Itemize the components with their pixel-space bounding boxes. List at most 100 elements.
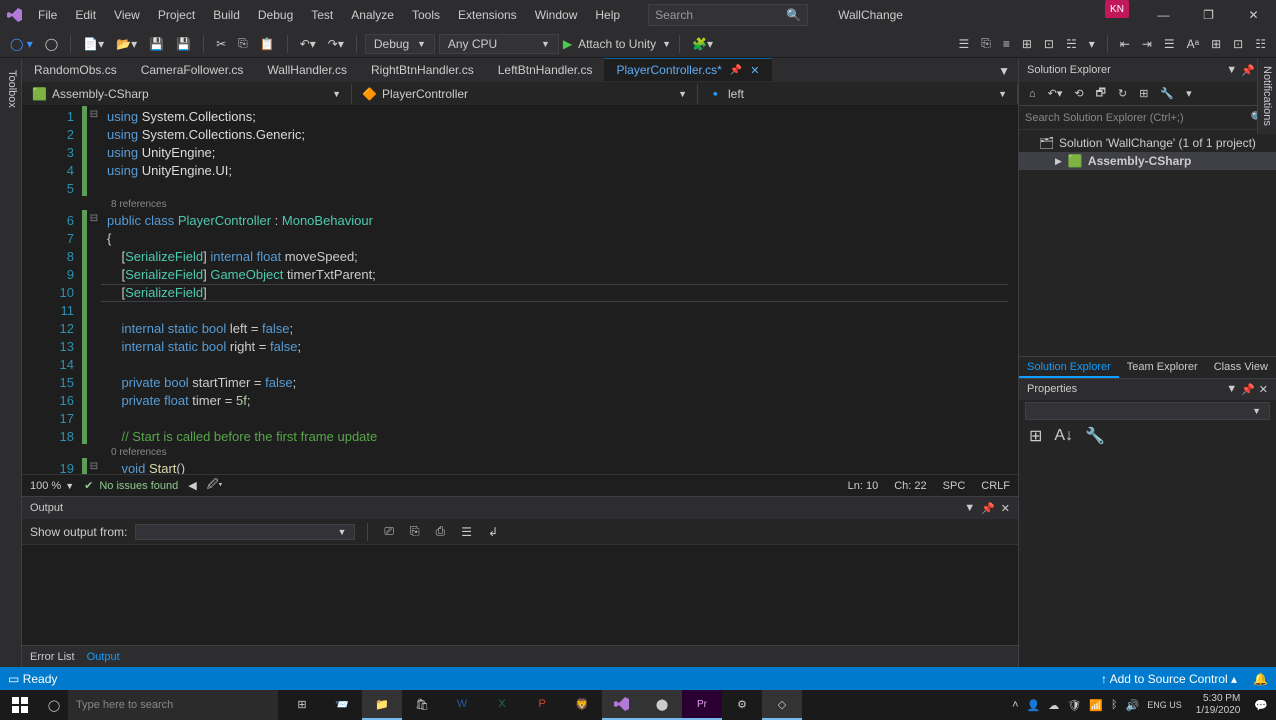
menu-tools[interactable]: Tools [404,2,448,28]
tray-bt-icon[interactable]: ᛒ [1111,699,1118,711]
output-tb1-icon[interactable]: ⎚ [380,522,398,541]
nav-next-icon[interactable]: 🖉▾ [207,476,223,495]
props-az-icon[interactable]: A↓ [1050,425,1077,447]
tab-playercontroller[interactable]: PlayerController.cs* 📌 ✕ [604,58,771,82]
tb-r11-icon[interactable]: Aᵃ [1183,35,1203,53]
se-home-icon[interactable]: ⌂ [1025,86,1040,102]
menu-file[interactable]: File [30,2,65,28]
tray-onedrive-icon[interactable]: ☁ [1048,699,1059,712]
tray-lang[interactable]: ENG US [1147,700,1182,710]
menu-debug[interactable]: Debug [250,2,301,28]
start-debug-button[interactable]: ▶Attach to Unity ▼ [563,37,671,51]
toolbar-misc-icon[interactable]: 🧩▾ [688,35,717,53]
menu-window[interactable]: Window [527,2,586,28]
tab-output[interactable]: Output [87,651,120,663]
open-icon[interactable]: 📂▾ [112,35,141,53]
line-ending[interactable]: CRLF [981,480,1010,492]
new-project-icon[interactable]: 📄▾ [79,35,108,53]
app-explorer-icon[interactable]: 📁 [362,690,402,720]
se-tree[interactable]: 🗂 Solution 'WallChange' (1 of 1 project)… [1019,130,1276,356]
tb-r8-icon[interactable]: ⇤ [1116,35,1134,53]
tab-overflow-icon[interactable]: ▼ [990,60,1018,82]
indent-mode[interactable]: SPC [943,480,966,492]
save-icon[interactable]: 💾 [145,35,168,53]
props-close-icon[interactable]: ✕ [1259,383,1268,396]
se-tab-team[interactable]: Team Explorer [1119,357,1206,378]
se-tb6-icon[interactable]: ⊞ [1135,85,1152,102]
tb-r4-icon[interactable]: ⊞ [1018,35,1036,53]
props-menu-icon[interactable]: ▼ [1226,383,1237,396]
props-object-dropdown[interactable]: ▼ [1025,402,1270,420]
taskview-icon[interactable]: ⊞ [282,690,322,720]
close-button[interactable]: ✕ [1231,0,1276,30]
app-ppt-icon[interactable]: P [522,690,562,720]
output-body[interactable] [22,545,1018,645]
output-tb4-icon[interactable]: ☰ [457,523,476,541]
nav-back-icon[interactable]: ◯ ▾ [6,35,37,53]
nav-prev-icon[interactable]: ◀ [188,479,196,492]
app-word-icon[interactable]: W [442,690,482,720]
menu-analyze[interactable]: Analyze [343,2,402,28]
nav-member-dropdown[interactable]: 🔹 left▼ [698,84,1018,104]
source-control-button[interactable]: ↑ Add to Source Control ▴ [1101,672,1237,686]
app-store-icon[interactable]: 🛍 [402,690,442,720]
app-mail-icon[interactable]: 📨 [322,690,362,720]
tab-camerafollower[interactable]: CameraFollower.cs [129,59,256,82]
pin-icon[interactable]: 📌 [730,65,742,76]
quick-search[interactable]: Search 🔍 [648,4,808,26]
output-source-dropdown[interactable]: ▼ [135,524,355,540]
tb-r13-icon[interactable]: ⊡ [1229,35,1247,53]
tab-rightbtn[interactable]: RightBtnHandler.cs [359,59,486,82]
props-cat-icon[interactable]: ⊞ [1025,424,1046,448]
output-tb2-icon[interactable]: ⎘ [406,522,424,541]
cortana-icon[interactable]: ◯ [40,699,68,712]
tb-r2-icon[interactable]: ⎘ [977,34,995,53]
tray-av-icon[interactable]: 🛡 [1067,699,1081,712]
se-tb4-icon[interactable]: 🗗 [1092,82,1110,105]
tray-people-icon[interactable]: 👤 [1027,699,1041,712]
menu-view[interactable]: View [106,2,148,28]
output-tb5-icon[interactable]: ↲ [484,523,502,541]
maximize-button[interactable]: ❐ [1186,0,1231,30]
panel-pin-icon[interactable]: 📌 [981,502,995,515]
se-search[interactable]: Search Solution Explorer (Ctrl+;) 🔍▾ [1019,106,1276,130]
tb-r10-icon[interactable]: ☰ [1160,35,1179,53]
output-tb3-icon[interactable]: ⎙ [432,522,450,541]
tb-r9-icon[interactable]: ⇥ [1138,35,1156,53]
notifications-icon[interactable]: 🔔 [1253,672,1268,686]
code-lines[interactable]: using System.Collections;using System.Co… [101,106,1018,474]
se-menu-icon[interactable]: ▼ [1226,64,1237,77]
menu-project[interactable]: Project [150,2,203,28]
menu-test[interactable]: Test [303,2,341,28]
menu-extensions[interactable]: Extensions [450,2,525,28]
app-unity-icon[interactable]: ◇ [762,690,802,720]
tb-r6-icon[interactable]: ☵ [1062,35,1081,53]
app-vs-icon[interactable] [602,690,642,720]
redo-icon[interactable]: ↷▾ [324,35,348,53]
se-tb7-icon[interactable]: 🔧 [1156,85,1178,102]
tab-notifications[interactable]: Notifications [1257,58,1276,134]
issues-indicator[interactable]: ✔No issues found [84,479,178,492]
nav-class-dropdown[interactable]: 🔶 PlayerController▼ [352,84,698,104]
tab-leftbtn[interactable]: LeftBtnHandler.cs [486,59,605,82]
tray-notif-icon[interactable]: 💬 [1254,699,1268,712]
props-wrench-icon[interactable]: 🔧 [1081,424,1109,448]
tb-r1-icon[interactable]: ☰ [954,35,973,53]
panel-close-icon[interactable]: ✕ [1001,502,1010,515]
user-badge[interactable]: KN [1105,0,1129,18]
platform-dropdown[interactable]: Any CPU▼ [439,34,559,54]
tab-wallhandler[interactable]: WallHandler.cs [255,59,359,82]
se-refresh-icon[interactable]: ↻ [1114,85,1131,102]
tray-vol-icon[interactable]: 🔊 [1126,699,1140,712]
props-pin-icon[interactable]: 📌 [1241,383,1255,396]
minimize-button[interactable]: — [1141,0,1186,30]
app-premiere-icon[interactable]: Pr [682,690,722,720]
se-sync-icon[interactable]: ⟲ [1070,85,1087,102]
app-settings-icon[interactable]: ⚙ [722,690,762,720]
tray-clock[interactable]: 5:30 PM 1/19/2020 [1190,691,1247,719]
cut-icon[interactable]: ✂ [212,35,230,53]
zoom-level[interactable]: 100 % ▼ [30,480,74,492]
tray-wifi-icon[interactable]: 📶 [1089,699,1103,712]
tab-randomobs[interactable]: RandomObs.cs [22,59,129,82]
tb-r12-icon[interactable]: ⊞ [1207,35,1225,53]
